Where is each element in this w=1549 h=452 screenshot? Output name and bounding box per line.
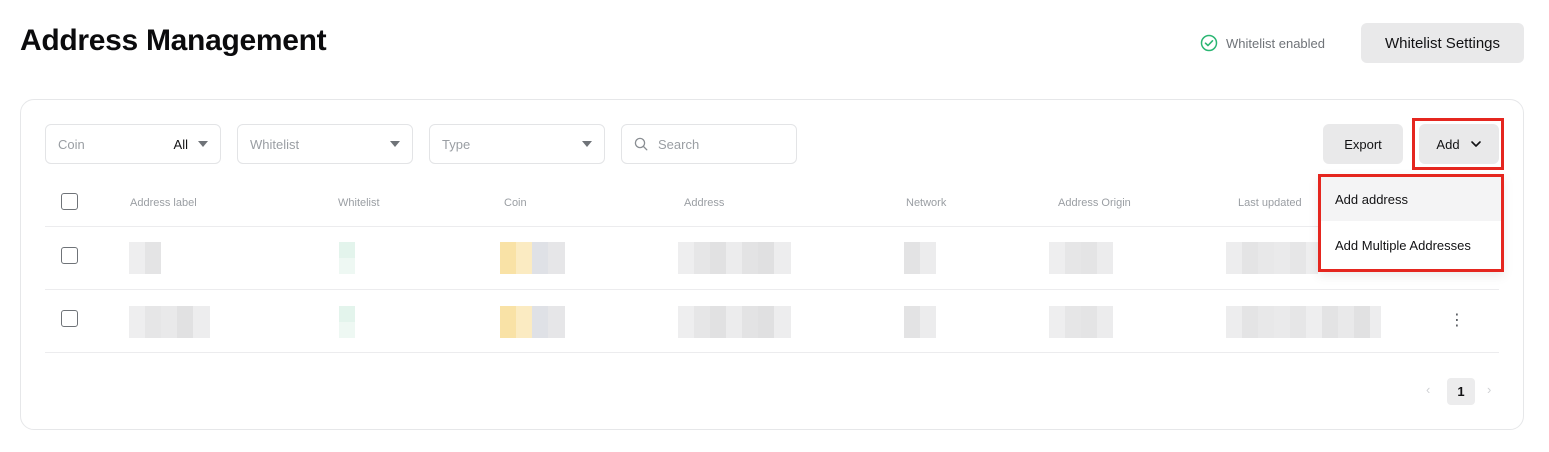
col-address-label: Address label: [130, 197, 197, 209]
search-input[interactable]: Search: [621, 124, 797, 164]
table-bottom-divider: [45, 352, 1499, 353]
redacted-whitelist: [339, 306, 355, 338]
add-multiple-addresses-item[interactable]: Add Multiple Addresses: [1321, 223, 1501, 267]
redacted-address: [678, 242, 791, 274]
add-button-label: Add: [1436, 136, 1460, 152]
chevron-down-icon: [1470, 141, 1481, 147]
whitelist-status: Whitelist enabled: [1200, 34, 1325, 52]
col-address: Address: [684, 197, 725, 209]
coin-filter[interactable]: Coin All: [45, 124, 221, 164]
col-network: Network: [906, 197, 947, 209]
check-circle-icon: [1200, 34, 1218, 52]
export-button[interactable]: Export: [1323, 124, 1403, 164]
redacted-last-updated: [1226, 306, 1381, 338]
type-filter-placeholder: Type: [442, 136, 471, 152]
redacted-label: [129, 306, 210, 338]
whitelist-settings-button[interactable]: Whitelist Settings: [1361, 23, 1524, 63]
row-checkbox[interactable]: [61, 310, 78, 327]
header-divider: [45, 226, 1499, 227]
redacted-coin: [500, 306, 565, 338]
coin-filter-label: Coin: [58, 136, 85, 152]
redacted-origin: [1049, 242, 1113, 274]
add-dropdown-menu: Add address Add Multiple Addresses: [1318, 174, 1504, 272]
search-icon: [634, 137, 648, 151]
redacted-address: [678, 306, 791, 338]
page-title: Address Management: [20, 24, 327, 57]
caret-down-icon: [390, 141, 400, 147]
whitelist-status-label: Whitelist enabled: [1226, 35, 1325, 51]
redacted-whitelist: [339, 242, 355, 274]
whitelist-filter[interactable]: Whitelist: [237, 124, 413, 164]
col-whitelist: Whitelist: [338, 197, 380, 209]
add-address-item[interactable]: Add address: [1321, 177, 1501, 221]
type-filter[interactable]: Type: [429, 124, 605, 164]
pagination-current-page[interactable]: 1: [1447, 378, 1475, 405]
redacted-coin: [500, 242, 565, 274]
redacted-last-updated: [1226, 242, 1318, 274]
row-divider: [45, 289, 1499, 290]
search-placeholder: Search: [658, 136, 700, 152]
row-checkbox[interactable]: [61, 247, 78, 264]
redacted-network: [904, 306, 936, 338]
col-coin: Coin: [504, 197, 527, 209]
redacted-origin: [1049, 306, 1113, 338]
pagination-next[interactable]: ›: [1487, 382, 1491, 397]
add-button[interactable]: Add: [1419, 124, 1499, 164]
redacted-label: [129, 242, 161, 274]
caret-down-icon: [198, 141, 208, 147]
redacted-network: [904, 242, 936, 274]
pagination-prev[interactable]: ‹: [1426, 382, 1430, 397]
col-address-origin: Address Origin: [1058, 197, 1131, 209]
col-last-updated: Last updated: [1238, 197, 1302, 209]
more-vertical-icon[interactable]: ⋮: [1449, 312, 1465, 330]
select-all-checkbox[interactable]: [61, 193, 78, 210]
caret-down-icon: [582, 141, 592, 147]
coin-filter-value: All: [173, 136, 188, 152]
whitelist-filter-placeholder: Whitelist: [250, 136, 300, 152]
